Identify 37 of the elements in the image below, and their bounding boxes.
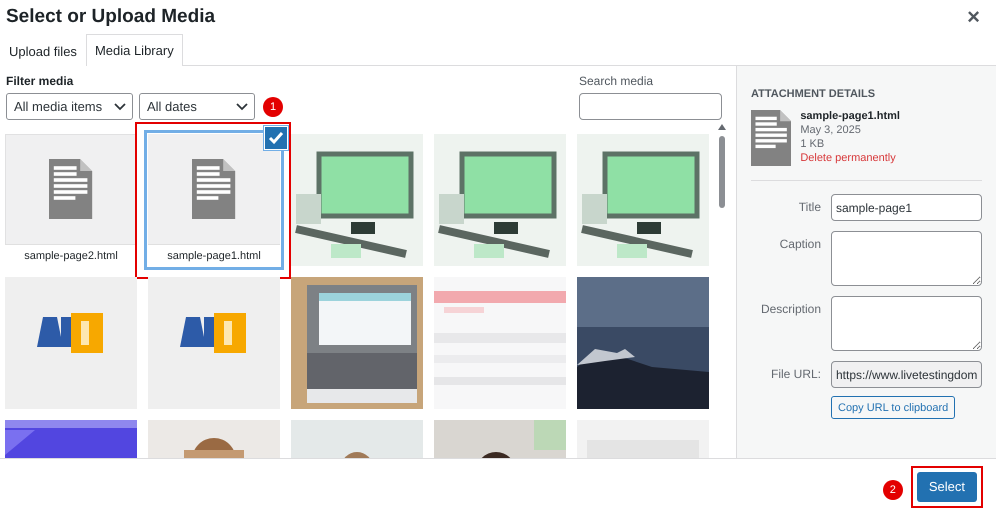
title-field[interactable]: sample-page1 [831, 194, 982, 221]
document-icon [49, 159, 93, 219]
media-tile[interactable]: sample-page1.html [148, 134, 280, 266]
search-field[interactable] [579, 93, 722, 120]
file-size: 1 KB [800, 138, 826, 150]
checkmark-icon[interactable] [264, 126, 288, 150]
document-icon [751, 110, 792, 166]
copy-url-button[interactable]: Copy URL to clipboard [831, 396, 956, 419]
field-label: File URL: [770, 366, 821, 381]
search-label: Search media [579, 74, 654, 88]
field-label: Caption [778, 236, 821, 251]
step-badge: 2 [882, 480, 903, 500]
filter-label: Filter media [6, 74, 74, 88]
select-button[interactable]: Select [916, 472, 977, 502]
delete-link[interactable]: Delete permanently [800, 152, 900, 164]
file-name: sample-page1.html [148, 244, 280, 266]
media-tile[interactable]: sample-page2.html [5, 134, 137, 266]
chevron-down-icon [114, 102, 126, 110]
close-button[interactable]: × [967, 4, 980, 30]
field-label: Title [798, 199, 821, 214]
date-select[interactable]: All dates [139, 93, 255, 120]
step-badge: 1 [263, 96, 283, 116]
scroll-up-icon[interactable] [718, 124, 726, 130]
upload-date: May 3, 2025 [800, 124, 862, 136]
dialog-title: Select or Upload Media [6, 6, 216, 28]
text-area[interactable] [831, 296, 982, 351]
file-name: sample-page1.html [800, 110, 900, 122]
details-heading: ATTACHMENT DETAILS [751, 88, 876, 100]
url-field[interactable]: https://www.livetestingdom [831, 361, 982, 388]
media-type-select[interactable]: All media items [6, 93, 133, 120]
file-name: sample-page2.html [5, 244, 137, 266]
field-label: Description [760, 301, 821, 316]
text-area[interactable] [831, 231, 982, 286]
scrollbar-thumb[interactable] [719, 136, 725, 208]
tab[interactable]: Media Library [86, 34, 183, 66]
document-icon [192, 159, 236, 219]
chevron-down-icon [236, 102, 248, 110]
